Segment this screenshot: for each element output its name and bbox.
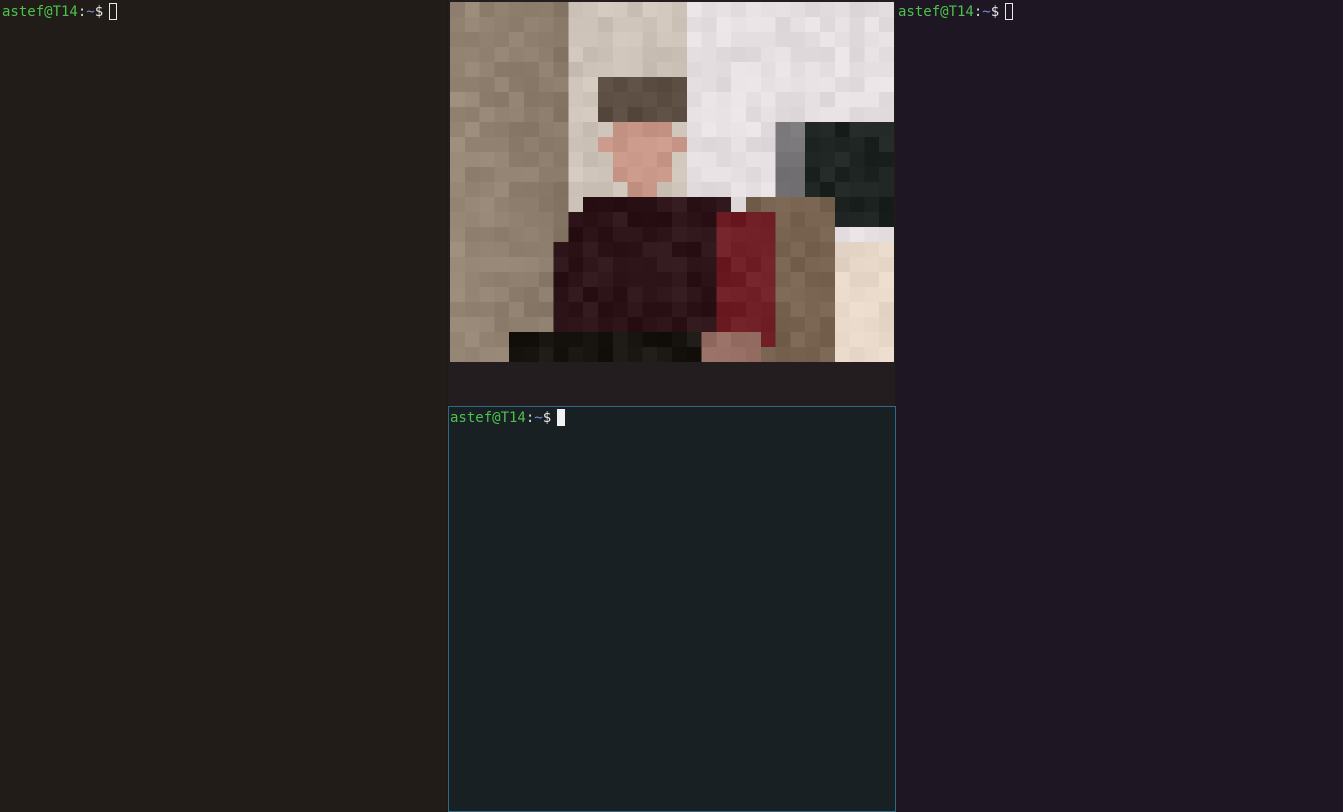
webcam-pane[interactable]	[448, 0, 895, 406]
shell-prompt: astef@T14:~$	[898, 3, 1014, 21]
shell-prompt: astef@T14:~$	[2, 3, 118, 21]
prompt-dollar: $	[94, 4, 104, 20]
prompt-dollar: $	[990, 4, 1000, 20]
terminal-pane-left[interactable]: astef@T14:~$	[0, 0, 447, 812]
terminal-cursor	[557, 409, 566, 426]
shell-prompt: astef@T14:~$	[450, 409, 566, 427]
webcam-feed-image	[450, 2, 894, 362]
terminal-pane-right[interactable]: astef@T14:~$	[896, 0, 1343, 812]
terminal-cursor	[1005, 3, 1014, 20]
terminal-cursor	[109, 3, 118, 20]
prompt-path: ~	[982, 4, 991, 20]
prompt-path: ~	[86, 4, 95, 20]
prompt-dollar: $	[542, 410, 552, 426]
prompt-user-host: astef@T14	[2, 4, 78, 20]
prompt-user-host: astef@T14	[450, 410, 526, 426]
prompt-user-host: astef@T14	[898, 4, 974, 20]
prompt-path: ~	[534, 410, 543, 426]
terminal-pane-bottom-focused[interactable]: astef@T14:~$	[448, 406, 896, 812]
